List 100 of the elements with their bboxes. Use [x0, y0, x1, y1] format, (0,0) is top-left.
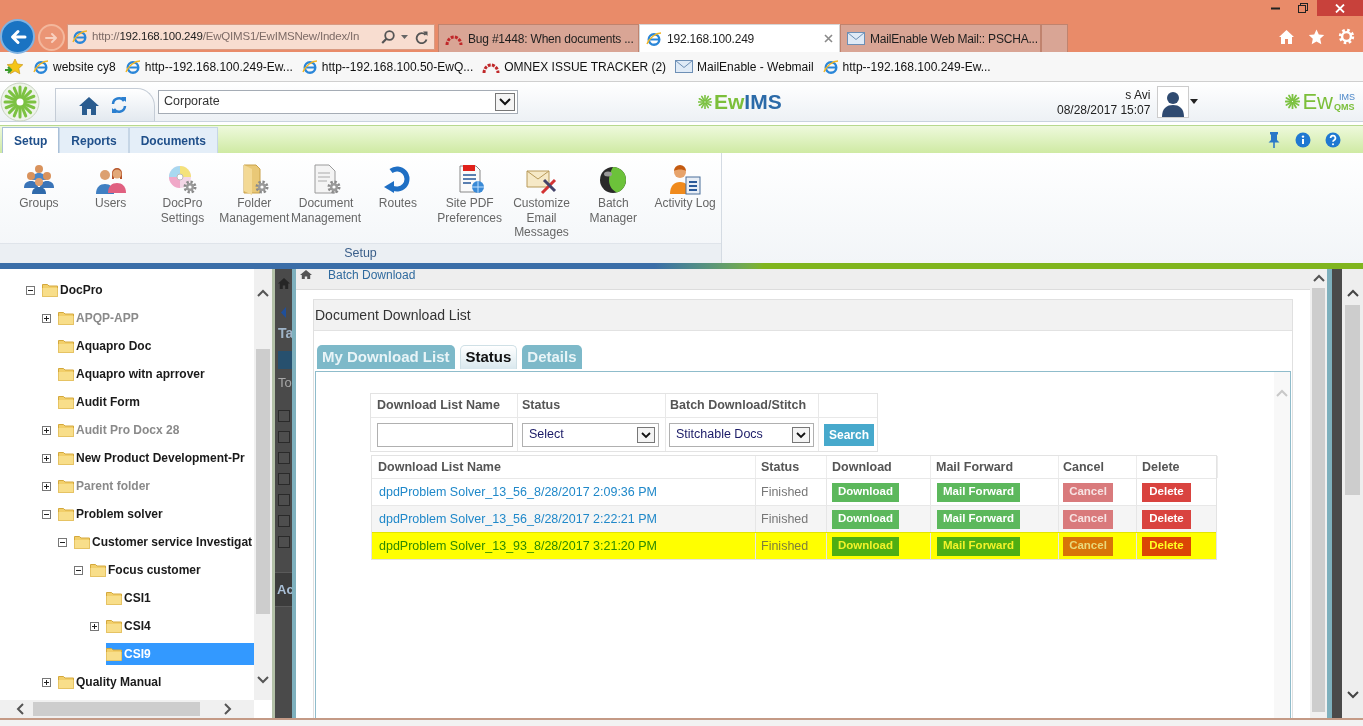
tree-item[interactable]: CSI4 — [106, 615, 153, 637]
chevron-down-icon[interactable] — [637, 426, 655, 443]
minus-icon[interactable] — [74, 565, 83, 575]
refresh-icon[interactable] — [110, 96, 128, 114]
tree-item[interactable]: Focus customer — [90, 559, 203, 581]
tree-item[interactable]: CSI9 — [106, 643, 254, 665]
tab[interactable]: Status — [459, 345, 518, 369]
favorite-link[interactable]: OMNEX ISSUE TRACKER (2) — [482, 57, 667, 76]
ribbon-button[interactable]: Routes — [362, 163, 434, 211]
refresh-icon[interactable] — [415, 30, 428, 44]
scrollbar-thumb[interactable] — [1312, 288, 1325, 712]
delete-button[interactable]: Delete — [1142, 482, 1191, 502]
breadcrumb-link[interactable]: Batch Download — [328, 269, 416, 282]
person-list-icon — [669, 163, 702, 195]
minus-icon[interactable] — [26, 285, 35, 295]
caret-down-icon[interactable] — [1190, 99, 1199, 104]
checkbox[interactable] — [278, 536, 290, 548]
chevron-right-icon[interactable] — [224, 703, 232, 715]
folder-icon — [106, 619, 122, 633]
chevron-left-icon[interactable] — [16, 703, 24, 715]
file-link[interactable]: dpdProblem Solver_13_56_8/28/2017 2:09:36 PM — [379, 482, 657, 502]
ribbon-tab[interactable]: Documents — [128, 127, 219, 153]
help-icon[interactable] — [1325, 131, 1341, 148]
delete-button[interactable]: Delete — [1142, 536, 1191, 556]
chevron-up-icon[interactable] — [1312, 274, 1325, 282]
tree-item[interactable]: DocPro — [42, 279, 105, 301]
favorite-link[interactable]: MailEnable - Webmail — [675, 57, 814, 76]
scrollbar-thumb[interactable] — [33, 702, 200, 716]
envelope-icon — [675, 60, 694, 73]
home-icon[interactable] — [300, 270, 312, 279]
ribbon-button[interactable]: Site PDF Preferences — [433, 163, 506, 225]
text-input[interactable] — [377, 422, 513, 447]
ribbon-button[interactable]: Activity Log — [649, 163, 721, 211]
checkbox[interactable] — [278, 410, 290, 422]
ribbon-button[interactable]: DocPro Settings — [146, 163, 219, 225]
pin-icon[interactable] — [1267, 131, 1281, 148]
browser-tab[interactable]: 192.168.100.249 — [639, 24, 840, 52]
favorite-link[interactable]: http--192.168.100.249-Ew... — [822, 57, 991, 76]
ribbon-button[interactable]: Batch Manager — [577, 163, 650, 225]
scrollbar-thumb[interactable] — [1345, 305, 1360, 495]
minus-icon[interactable] — [42, 509, 51, 519]
star-icon[interactable] — [1308, 28, 1325, 45]
scrollbar-thumb[interactable] — [256, 349, 270, 614]
checkbox[interactable] — [278, 494, 290, 506]
avatar-icon[interactable] — [1157, 85, 1190, 118]
folder-icon — [106, 647, 122, 661]
close-button[interactable] — [1317, 0, 1363, 16]
delete-button[interactable]: Delete — [1142, 509, 1191, 529]
ribbon-button[interactable]: Customize Email Messages — [505, 163, 578, 240]
browser-tab[interactable]: Bug #1448: When documents ... — [438, 24, 639, 52]
checkbox[interactable] — [278, 473, 290, 485]
tree-item[interactable]: Aquapro Doc — [58, 335, 154, 357]
minus-icon[interactable] — [58, 537, 67, 547]
home-icon[interactable] — [78, 94, 100, 116]
gear-icon[interactable] — [1338, 28, 1355, 45]
ribbon-tab[interactable]: Setup — [2, 127, 60, 153]
site-select[interactable]: Corporate — [158, 89, 518, 114]
back-button[interactable] — [0, 19, 35, 54]
tree-item[interactable]: New Product Development-Pr — [58, 447, 247, 469]
checkbox[interactable] — [278, 431, 290, 443]
ribbon-button[interactable]: Folder Management — [218, 163, 291, 225]
url-text: http://192.168.100.249/EwQIMS1/EwIMSNew/Index/In — [92, 29, 360, 45]
folder-icon — [106, 591, 122, 605]
tree-item[interactable]: Aquapro witn aprrover — [58, 363, 207, 385]
ribbon-button[interactable]: Document Management — [290, 163, 362, 225]
chevron-down-icon[interactable] — [257, 676, 269, 684]
file-link[interactable]: dpdProblem Solver_13_93_8/28/2017 3:21:20 PM — [379, 536, 657, 556]
file-link[interactable]: dpdProblem Solver_13_56_8/28/2017 2:22:21 PM — [379, 509, 657, 529]
plus-icon[interactable] — [42, 453, 51, 463]
address-bar[interactable]: http://192.168.100.249/EwQIMS1/EwIMSNew/Index/In — [67, 24, 435, 50]
chevron-down-icon[interactable] — [792, 426, 810, 443]
batch-select[interactable]: Stitchable Docs — [669, 422, 814, 447]
tree-item[interactable]: Customer service Investigat — [74, 531, 255, 553]
chevron-up-icon[interactable] — [1346, 289, 1359, 297]
info-icon[interactable] — [1295, 131, 1311, 148]
ribbon-button[interactable]: Groups — [3, 163, 75, 211]
favorite-link[interactable]: http--192.168.100.249-Ew... — [124, 57, 293, 76]
tree-item[interactable]: Quality Manual — [58, 671, 164, 693]
search-icon[interactable] — [381, 30, 395, 44]
chevron-up-icon[interactable] — [257, 289, 269, 297]
star-icon[interactable] — [4, 57, 24, 76]
plus-icon[interactable] — [90, 621, 99, 631]
ribbon-button[interactable]: Users — [74, 163, 147, 211]
chevron-down-icon[interactable] — [1346, 691, 1359, 699]
tree-item[interactable]: Problem solver — [58, 503, 165, 525]
plus-icon[interactable] — [42, 677, 51, 687]
checkbox[interactable] — [278, 452, 290, 464]
close-icon[interactable] — [824, 34, 833, 43]
ribbon-tab[interactable]: Reports — [59, 127, 129, 153]
checkbox[interactable] — [278, 515, 290, 527]
tree-item[interactable]: CSI1 — [106, 587, 153, 609]
tree-item[interactable]: Audit Form — [58, 391, 142, 413]
status-select[interactable]: Select — [522, 422, 659, 447]
favorite-link[interactable]: http--192.168.100.50-EwQ... — [301, 57, 474, 76]
chevron-down-icon[interactable] — [495, 92, 515, 111]
favorite-link[interactable]: website cy8 — [33, 57, 116, 76]
browser-tab[interactable]: MailEnable Web Mail:: PSCHA... — [840, 24, 1041, 52]
home-icon — [278, 278, 290, 289]
disc-gear-icon — [166, 163, 199, 195]
toolbar-strip — [278, 351, 292, 369]
